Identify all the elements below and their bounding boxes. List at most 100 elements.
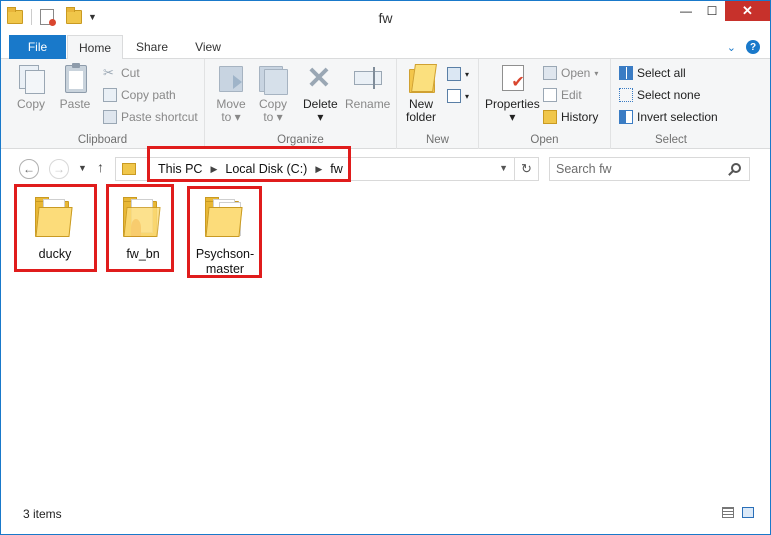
highlight-psychson-master (187, 186, 262, 278)
ribbon-tabs: File Home Share View ⌄ ? (1, 35, 770, 60)
title-bar: ▼ fw — ☐ ✕ (1, 1, 770, 35)
highlight-fw-bn (106, 184, 174, 272)
forward-button[interactable]: → (49, 159, 69, 179)
search-icon[interactable] (731, 163, 741, 173)
select-none-button[interactable]: Select none (619, 86, 700, 104)
new-item-icon (447, 67, 461, 81)
select-group-label: Select (655, 134, 687, 146)
arrow-right-icon: → (53, 162, 65, 176)
cut-label: Cut (121, 66, 140, 80)
help-area: ⌄ ? (727, 40, 760, 54)
copy-path-icon (103, 88, 117, 102)
chevron-down-icon: ▾ (594, 68, 599, 78)
window-title: fw (378, 10, 393, 26)
open-label: Open (561, 66, 591, 80)
copy-to-button[interactable]: Copy to ▾ (257, 63, 289, 124)
new-item-button[interactable]: ▾ (447, 65, 469, 83)
maximize-button[interactable]: ☐ (699, 1, 725, 21)
move-to-label-2: to ▾ (221, 110, 241, 124)
help-icon[interactable]: ? (746, 40, 760, 54)
highlight-ducky (14, 184, 97, 272)
edit-icon (543, 88, 557, 102)
refresh-button[interactable]: ↻ (514, 158, 538, 180)
chevron-down-icon: ▾ (465, 69, 470, 79)
paste-shortcut-button[interactable]: Paste shortcut (103, 108, 198, 126)
open-icon (543, 66, 557, 80)
search-box (549, 157, 750, 181)
history-button[interactable]: History (543, 108, 598, 126)
highlight-address-path (147, 146, 351, 182)
copy-label: Copy (16, 97, 45, 111)
tab-view[interactable]: View (184, 35, 232, 59)
paste-label: Paste (59, 97, 91, 111)
move-to-button[interactable]: Move to ▾ (215, 63, 247, 124)
back-button[interactable]: ← (19, 159, 39, 179)
window-controls: — ☐ ✕ (673, 1, 770, 21)
history-label: History (561, 110, 599, 124)
new-group: New folder ▾ ▾ New (397, 59, 479, 149)
new-folder-icon (405, 63, 437, 95)
details-view-icon[interactable] (722, 507, 734, 518)
chevron-down-icon: ▾ (465, 91, 470, 101)
select-group: Select all Select none Invert selection … (611, 59, 731, 149)
organize-group: Move to ▾ Copy to ▾ ✕ Delete ▾ Rename Or (205, 59, 397, 149)
invert-selection-icon (619, 110, 633, 124)
new-folder-label-2: folder (405, 110, 437, 124)
edit-label: Edit (561, 88, 582, 102)
new-folder-button[interactable]: New folder (405, 63, 437, 124)
large-icons-view-icon[interactable] (742, 507, 754, 518)
tab-share[interactable]: Share (128, 35, 176, 59)
tab-home[interactable]: Home (67, 35, 123, 60)
paste-shortcut-icon (103, 110, 117, 124)
properties-icon (496, 63, 528, 95)
paste-shortcut-label: Paste shortcut (121, 110, 198, 124)
tab-file[interactable]: File (9, 35, 66, 59)
organize-group-label: Organize (277, 134, 324, 146)
copy-icon (15, 63, 47, 95)
chevron-down-icon: ▾ (317, 110, 324, 124)
cut-button[interactable]: ✂ Cut (103, 64, 140, 82)
properties-button[interactable]: Properties ▾ (485, 63, 540, 124)
expand-ribbon-icon[interactable]: ⌄ (727, 41, 736, 54)
chevron-down-icon[interactable]: ▼ (499, 163, 508, 173)
open-button[interactable]: Open ▾ (543, 64, 598, 82)
item-count: 3 items (23, 507, 62, 521)
rename-label: Rename (345, 97, 391, 111)
invert-selection-label: Invert selection (637, 110, 718, 124)
close-button[interactable]: ✕ (725, 1, 770, 21)
copy-to-icon (257, 63, 289, 95)
clipboard-group: Copy Paste ✂ Cut Copy path Paste shortcu… (1, 59, 205, 149)
paste-button[interactable]: Paste (59, 63, 91, 111)
delete-icon: ✕ (306, 62, 332, 95)
ribbon: Copy Paste ✂ Cut Copy path Paste shortcu… (1, 59, 770, 149)
recent-locations-button[interactable]: ▼ (78, 163, 87, 173)
navigation-bar: ← → ▼ ↑ This PC ▶ Local Disk (C:) ▶ fw ▼… (1, 151, 770, 185)
folder-icon (122, 163, 136, 175)
easy-access-icon (447, 89, 461, 103)
edit-button[interactable]: Edit (543, 86, 582, 104)
search-input[interactable] (556, 161, 721, 177)
copy-path-button[interactable]: Copy path (103, 86, 176, 104)
open-group-label: Open (530, 134, 559, 146)
select-all-icon (619, 66, 633, 80)
open-group: Properties ▾ Open ▾ Edit History Open (479, 59, 611, 149)
select-all-button[interactable]: Select all (619, 64, 686, 82)
explorer-window: ▼ fw — ☐ ✕ File Home Share View ⌄ ? Copy (0, 0, 771, 535)
move-to-icon (215, 63, 247, 95)
select-all-label: Select all (637, 66, 686, 80)
refresh-icon: ↻ (521, 161, 532, 176)
rename-button[interactable]: Rename (345, 63, 390, 111)
copy-path-label: Copy path (121, 88, 176, 102)
invert-selection-button[interactable]: Invert selection (619, 108, 718, 126)
minimize-button[interactable]: — (673, 1, 699, 21)
chevron-down-icon: ▾ (509, 110, 516, 124)
select-none-label: Select none (637, 88, 701, 102)
clipboard-group-label: Clipboard (77, 134, 128, 146)
new-group-label: New (425, 134, 449, 146)
status-bar: 3 items (1, 501, 770, 534)
arrow-left-icon: ← (23, 162, 35, 176)
delete-button[interactable]: ✕ Delete ▾ (303, 63, 338, 124)
copy-button[interactable]: Copy (15, 63, 47, 111)
up-button[interactable]: ↑ (97, 159, 104, 175)
easy-access-button[interactable]: ▾ (447, 87, 469, 105)
